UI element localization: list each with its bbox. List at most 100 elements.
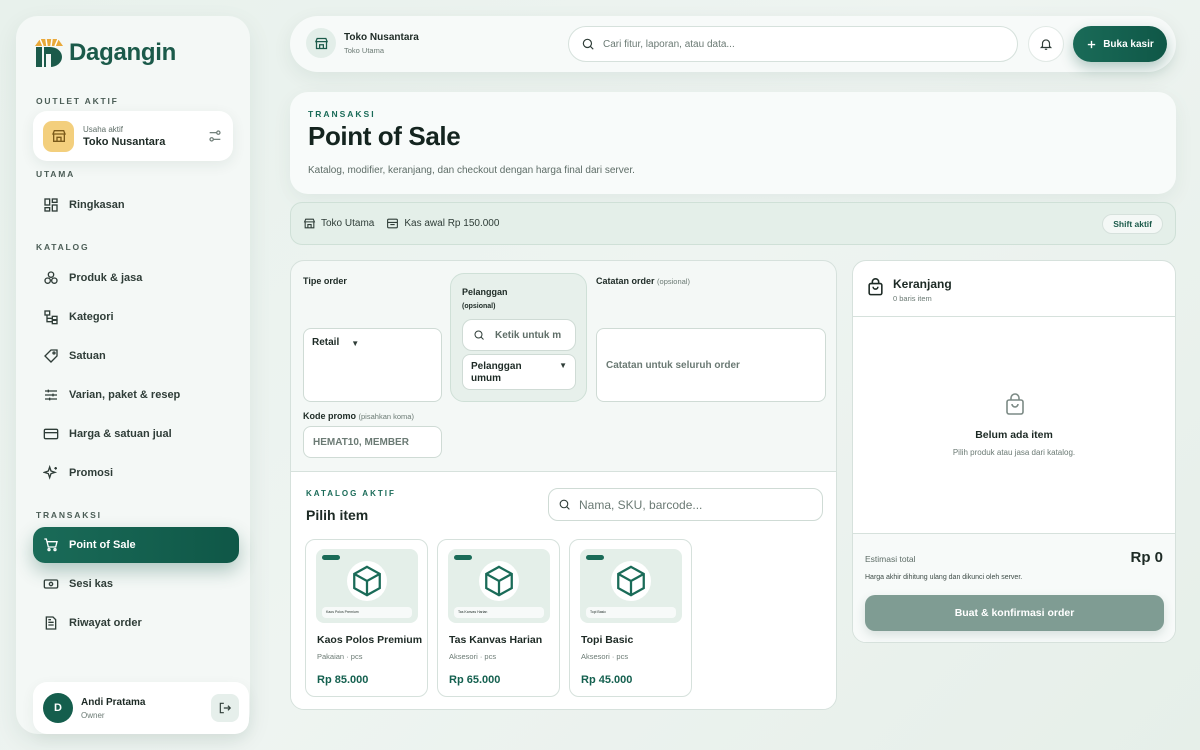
order-type-select[interactable]: Retail ▼ <box>303 328 442 402</box>
sidebar-item-produk[interactable]: Produk & jasa <box>33 260 239 296</box>
user-role: Owner <box>81 710 105 720</box>
logout-button[interactable] <box>211 694 239 722</box>
store-icon <box>306 28 336 58</box>
brand[interactable]: Dagangin <box>33 36 176 70</box>
sidebar-item-varian[interactable]: Varian, paket & resep <box>33 377 239 413</box>
switch-icon[interactable] <box>207 128 223 144</box>
product-card[interactable]: Topi Basic Topi Basic Aksesori · pcs Rp … <box>569 539 692 697</box>
promo-code-input[interactable]: HEMAT10, MEMBER <box>303 426 442 458</box>
cart-count: 0 baris item <box>893 294 932 303</box>
cart-panel: Keranjang 0 baris item Belum ada item Pi… <box>852 260 1176 643</box>
box-icon <box>353 565 381 597</box>
catalog-search-input[interactable]: Nama, SKU, barcode... <box>548 488 823 521</box>
search-icon <box>559 499 570 510</box>
boxes-icon <box>44 271 58 284</box>
plus-icon <box>1088 40 1096 48</box>
document-icon <box>45 616 57 630</box>
store-name: Toko Nusantara <box>344 31 419 43</box>
open-cashier-label: Buka kasir <box>1103 38 1154 50</box>
outlet-name: Toko Nusantara <box>83 135 166 148</box>
product-price: Rp 65.000 <box>449 674 501 686</box>
total-label: Estimasi total <box>865 554 916 564</box>
sidebar: Dagangin OUTLET AKTIF Usaha aktif Toko N… <box>16 16 250 734</box>
catalog-section: KATALOG AKTIF Pilih item Nama, SKU, barc… <box>291 471 836 709</box>
promo-placeholder: HEMAT10, MEMBER <box>313 436 409 448</box>
promo-label-row: Kode promo (pisahkan koma) <box>303 411 414 421</box>
cart-title: Keranjang <box>893 277 952 291</box>
customer-optional: (opsional) <box>462 303 496 310</box>
tag-icon <box>44 349 58 363</box>
brand-name: Dagangin <box>69 39 176 66</box>
product-category: Aksesori · pcs <box>449 652 497 661</box>
hierarchy-icon <box>44 310 58 325</box>
sidebar-item-promosi[interactable]: Promosi <box>33 455 239 491</box>
search-icon <box>582 38 594 50</box>
product-card[interactable]: Tas Kanvas Harian Tas Kanvas Harian Akse… <box>437 539 560 697</box>
product-name: Topi Basic <box>581 634 634 646</box>
sidebar-item-ringkasan[interactable]: Ringkasan <box>33 187 239 223</box>
page-subtitle: Katalog, modifier, keranjang, dan checko… <box>308 165 635 176</box>
open-cashier-button[interactable]: Buka kasir <box>1073 26 1167 62</box>
order-note-input[interactable]: Catatan untuk seluruh order <box>596 328 826 402</box>
note-label-row: Catatan order (opsional) <box>596 276 690 286</box>
sidebar-item-label: Point of Sale <box>69 539 136 551</box>
section-utama: UTAMA <box>36 169 76 179</box>
confirm-order-button[interactable]: Buat & konfirmasi order <box>865 595 1164 631</box>
order-type-label: Tipe order <box>303 276 347 286</box>
note-label: Catatan order <box>596 276 655 286</box>
shopping-bag-icon <box>1006 393 1024 415</box>
customer-group: Pelanggan (opsional) Ketik untuk m Pelan… <box>450 273 587 402</box>
catalog-eyebrow: KATALOG AKTIF <box>306 489 396 498</box>
thumb-caption: Topi Basic <box>586 607 676 618</box>
product-category: Pakaian · pcs <box>317 652 363 661</box>
catalog-title: Pilih item <box>306 507 369 523</box>
global-search-input[interactable]: Cari fitur, laporan, atau data... <box>568 26 1018 62</box>
order-panel: Tipe order Retail ▼ Pelanggan (opsional)… <box>290 260 837 710</box>
shift-bar: Toko Utama Kas awal Rp 150.000 Shift akt… <box>290 202 1176 245</box>
sidebar-item-label: Ringkasan <box>69 199 125 211</box>
cart-header: Keranjang 0 baris item <box>853 261 1175 317</box>
empty-cart-sub: Pilih produk atau jasa dari katalog. <box>952 448 1076 457</box>
avatar[interactable]: D <box>43 693 73 723</box>
shift-cash: Kas awal Rp 150.000 <box>404 218 500 229</box>
logout-icon <box>219 702 232 714</box>
section-transaksi: TRANSAKSI <box>36 510 102 520</box>
card-icon <box>43 428 59 440</box>
sparkle-icon <box>43 465 58 480</box>
sidebar-item-kategori[interactable]: Kategori <box>33 299 239 335</box>
product-price: Rp 85.000 <box>317 674 369 686</box>
sidebar-item-harga[interactable]: Harga & satuan jual <box>33 416 239 452</box>
cart-footer: Estimasi total Rp 0 Harga akhir dihitung… <box>853 533 1175 642</box>
cash-register-icon <box>387 218 399 229</box>
caret-down-icon: ▼ <box>559 361 567 370</box>
customer-value: Pelanggan umum <box>471 361 522 384</box>
customer-search-input[interactable]: Ketik untuk m <box>462 319 576 351</box>
sidebar-item-label: Riwayat order <box>69 617 142 629</box>
sidebar-item-label: Kategori <box>69 311 114 323</box>
grid-icon <box>44 198 58 212</box>
total-note: Harga akhir dihitung ulang dan dikunci o… <box>865 574 1023 581</box>
page-title: Point of Sale <box>308 121 461 151</box>
store-icon <box>43 120 74 152</box>
sidebar-item-point-of-sale[interactable]: Point of Sale <box>33 527 239 563</box>
product-thumbnail: Tas Kanvas Harian <box>448 549 550 623</box>
promo-label: Kode promo <box>303 411 356 421</box>
total-value: Rp 0 <box>1130 549 1163 566</box>
sidebar-item-label: Satuan <box>69 350 106 362</box>
sidebar-item-label: Promosi <box>69 467 114 479</box>
empty-cart-title: Belum ada item <box>975 429 1053 441</box>
store-chip[interactable]: Toko Nusantara Toko Utama <box>306 28 419 58</box>
notifications-button[interactable] <box>1028 26 1064 62</box>
cash-icon <box>43 579 59 589</box>
page-eyebrow: TRANSAKSI <box>308 109 376 119</box>
thumb-caption: Tas Kanvas Harian <box>454 607 544 618</box>
sidebar-item-label: Produk & jasa <box>69 272 143 284</box>
outlet-switcher[interactable]: Usaha aktif Toko Nusantara <box>33 111 233 161</box>
sidebar-item-riwayat[interactable]: Riwayat order <box>33 605 239 641</box>
customer-select[interactable]: Pelanggan umum ▼ <box>462 354 576 390</box>
search-placeholder: Cari fitur, laporan, atau data... <box>603 38 735 50</box>
sidebar-item-satuan[interactable]: Satuan <box>33 338 239 374</box>
user-card: D Andi Pratama Owner <box>33 682 249 734</box>
sidebar-item-sesi-kas[interactable]: Sesi kas <box>33 566 239 602</box>
product-card[interactable]: Kaos Polos Premium Kaos Polos Premium Pa… <box>305 539 428 697</box>
